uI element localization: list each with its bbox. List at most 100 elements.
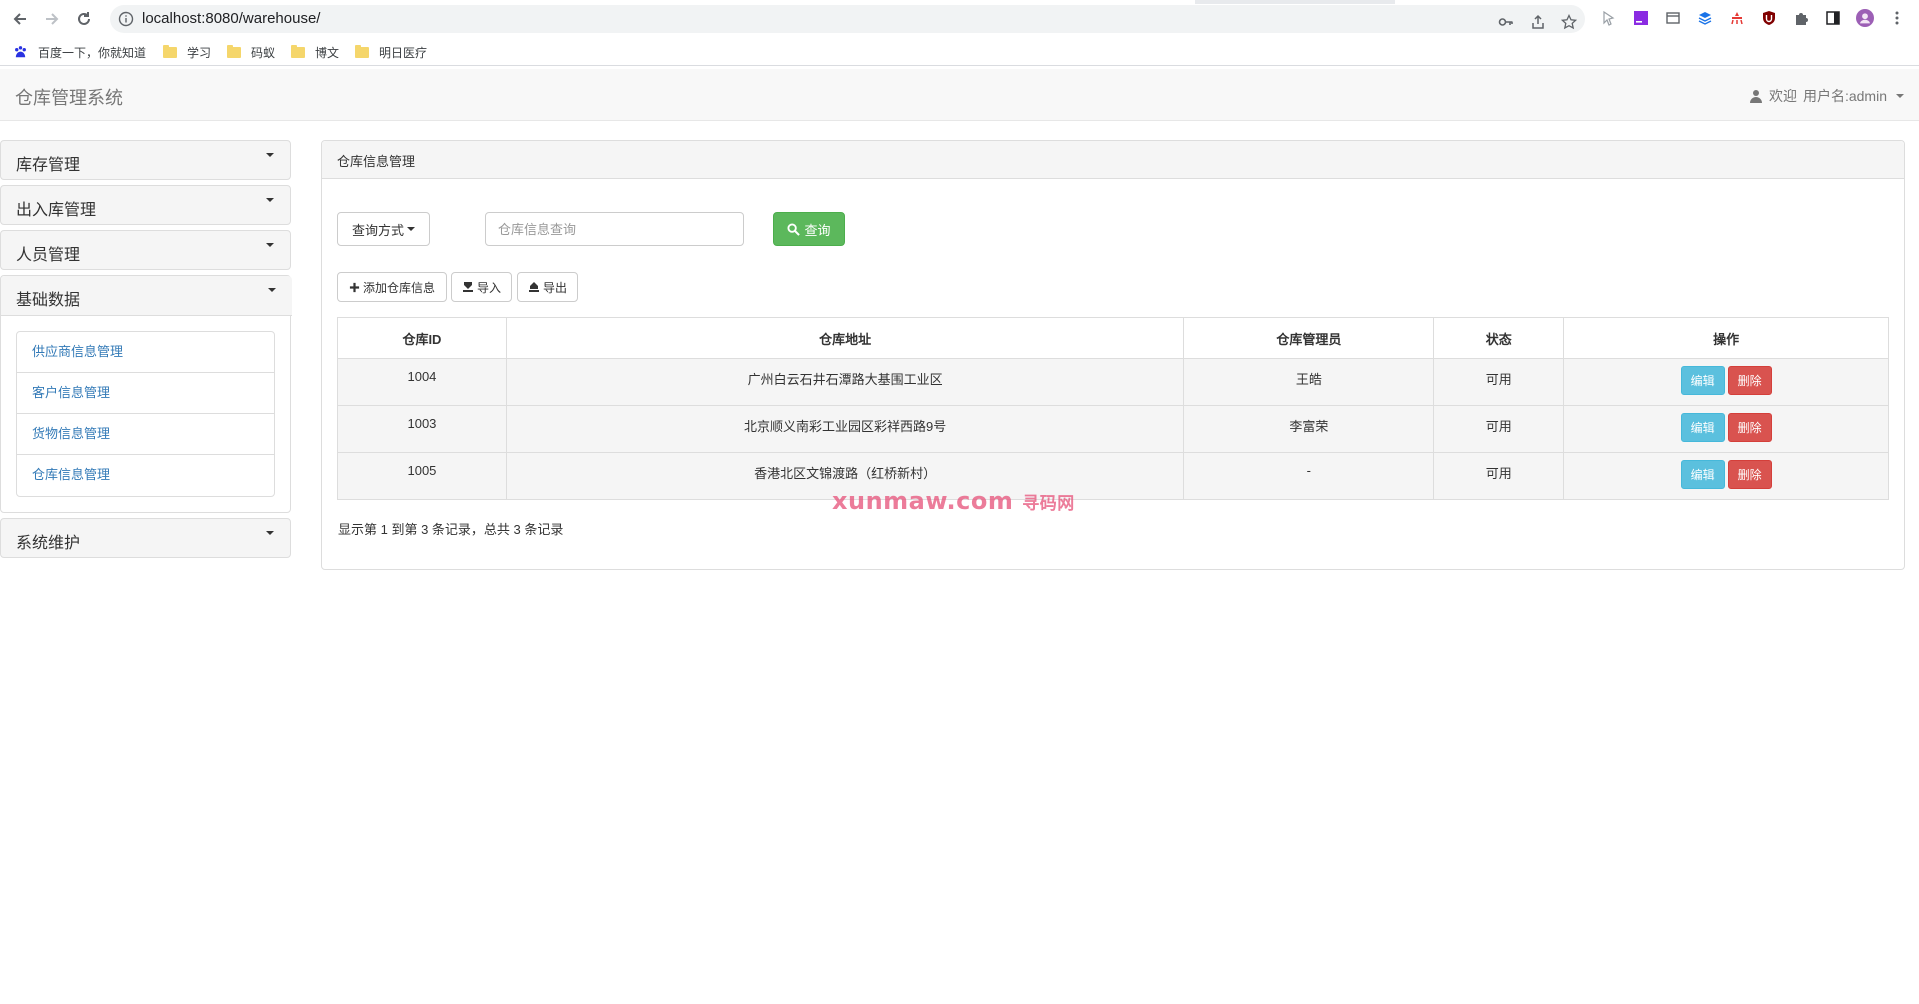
forward-icon[interactable] [40,7,64,31]
sidebar-group-inventory[interactable]: 库存管理 [0,140,291,180]
watermark-latin: xunmaw.com [832,487,1014,515]
bookmark-folder-mingri[interactable]: 明日医疗 [355,43,427,61]
search-icon [787,222,801,236]
delete-button[interactable]: 删除 [1727,366,1772,395]
menu-kebab-icon[interactable] [1888,9,1906,27]
sidebar-group-title: 人员管理 [16,247,81,264]
chevron-down-icon [1896,94,1904,98]
query-mode-dropdown[interactable]: 查询方式 [337,212,430,246]
cell-status: 可用 [1433,405,1565,453]
sidebar-group-stock-io[interactable]: 出入库管理 [0,185,291,225]
add-button-label: 添加仓库信息 [362,280,435,295]
baidu-paw-icon [15,45,26,57]
column-header-manager[interactable]: 仓库管理员 [1183,317,1435,359]
cell-actions: 编辑 删除 [1563,452,1889,500]
sidebar-submenu: 供应商信息管理 客户信息管理 货物信息管理 仓库信息管理 [16,331,275,497]
column-header-status[interactable]: 状态 [1433,317,1565,359]
sidebar: 库存管理 出入库管理 人员管理 基础数据 供应商信息管理 客户信息管理 货物信息… [0,140,292,563]
delete-button[interactable]: 删除 [1727,413,1772,442]
caret-down-icon [266,243,274,247]
sidebar-item-goods[interactable]: 货物信息管理 [17,414,274,455]
delete-button[interactable]: 删除 [1727,460,1772,489]
edit-button[interactable]: 编辑 [1680,366,1725,395]
caret-down-icon [407,227,415,231]
key-icon[interactable] [1497,13,1515,31]
back-icon[interactable] [8,7,32,31]
plus-icon [349,282,360,292]
address-bar[interactable]: localhost:8080/warehouse/ [110,5,1585,33]
bookmark-folder-bowen[interactable]: 博文 [291,43,339,61]
table-row[interactable]: 1005 香港北区文锦渡路（红桥新村） - 可用 编辑 删除 [337,452,1889,500]
folder-icon [163,44,177,58]
table-row[interactable]: 1003 北京顺义南彩工业园区彩祥西路9号 李富荣 可用 编辑 删除 [337,405,1889,453]
app-brand[interactable]: 仓库管理系统 [15,84,123,110]
share-icon[interactable] [1529,13,1547,31]
caret-down-icon [268,288,276,292]
puzzle-icon[interactable] [1792,9,1810,27]
side-panel-icon[interactable] [1824,9,1842,27]
sidebar-group-title: 基础数据 [16,292,81,309]
caret-down-icon [266,531,274,535]
warehouse-table: 仓库ID 仓库地址 仓库管理员 状态 操作 1004 广州白云石井石潭路大基围工… [337,317,1889,500]
jetbrains-extension-icon[interactable] [1632,9,1650,27]
cell-id: 1003 [337,405,507,453]
store-extension-icon[interactable] [1664,9,1682,27]
reload-icon[interactable] [72,7,96,31]
column-header-address[interactable]: 仓库地址 [505,317,1185,359]
caret-down-icon [266,198,274,202]
bookmark-folder-mayi[interactable]: 码蚁 [227,43,275,61]
export-button[interactable]: 导出 [517,272,578,302]
panel-title: 仓库信息管理 [322,141,1904,179]
edit-button[interactable]: 编辑 [1680,460,1725,489]
column-header-actions: 操作 [1563,317,1889,359]
search-input[interactable] [485,212,744,246]
cell-address: 广州白云石井石潭路大基围工业区 [505,358,1185,406]
search-button[interactable]: 查询 [773,212,845,246]
bookmark-folder-study[interactable]: 学习 [163,43,211,61]
cell-status: 可用 [1433,452,1565,500]
query-mode-label: 查询方式 [351,222,404,238]
warehouse-panel: 仓库信息管理 查询方式 查询 添加仓库信息 导入 导出 仓库ID 仓库地址 仓库… [321,140,1905,570]
cell-manager: - [1183,452,1435,500]
column-header-id[interactable]: 仓库ID [337,317,507,359]
sidebar-item-supplier[interactable]: 供应商信息管理 [17,332,274,373]
sidebar-group-personnel[interactable]: 人员管理 [0,230,291,270]
star-icon[interactable] [1560,13,1578,31]
sidebar-group-title: 系统维护 [16,535,81,552]
url-text: localhost:8080/warehouse/ [142,10,321,27]
cursor-extension-icon[interactable] [1600,9,1618,27]
bookmark-label: 博文 [315,45,340,60]
bookmark-baidu[interactable]: 百度一下，你就知道 [13,43,146,61]
caret-down-icon [266,153,274,157]
cell-manager: 王皓 [1183,358,1435,406]
table-row[interactable]: 1004 广州白云石井石潭路大基围工业区 王皓 可用 编辑 删除 [337,358,1889,406]
sidebar-group-body: 供应商信息管理 客户信息管理 货物信息管理 仓库信息管理 [1,316,290,512]
edit-button[interactable]: 编辑 [1680,413,1725,442]
user-menu[interactable]: 欢迎 用户名:admin [1749,86,1904,106]
folder-icon [355,44,369,58]
site-info-icon[interactable] [118,11,134,27]
sidebar-group-system[interactable]: 系统维护 [0,518,291,558]
profile-avatar-icon[interactable] [1856,9,1874,27]
ublock-shield-icon[interactable] [1760,9,1778,27]
user-icon [1749,90,1762,103]
red-extension-icon[interactable] [1728,9,1746,27]
cell-actions: 编辑 删除 [1563,405,1889,453]
bookmark-label: 百度一下，你就知道 [38,45,147,60]
sidebar-group-basic-data: 基础数据 供应商信息管理 客户信息管理 货物信息管理 仓库信息管理 [0,275,292,513]
sidebar-item-warehouse[interactable]: 仓库信息管理 [17,455,274,496]
sidebar-group-basic-data-header[interactable]: 基础数据 [1,276,292,316]
cell-address: 北京顺义南彩工业园区彩祥西路9号 [505,405,1185,453]
cell-actions: 编辑 删除 [1563,358,1889,406]
add-warehouse-button[interactable]: 添加仓库信息 [337,272,447,302]
welcome-text: 欢迎 [1768,88,1797,104]
watermark: xunmaw.com 寻码网 [832,487,1075,515]
tab-strip [1195,0,1395,4]
username-text: 用户名:admin [1802,88,1887,104]
layers-extension-icon[interactable] [1696,9,1714,27]
sidebar-item-customer[interactable]: 客户信息管理 [17,373,274,414]
import-button[interactable]: 导入 [451,272,512,302]
import-button-label: 导入 [476,280,501,295]
app-navbar: 仓库管理系统 欢迎 用户名:admin [0,69,1919,121]
cell-status: 可用 [1433,358,1565,406]
